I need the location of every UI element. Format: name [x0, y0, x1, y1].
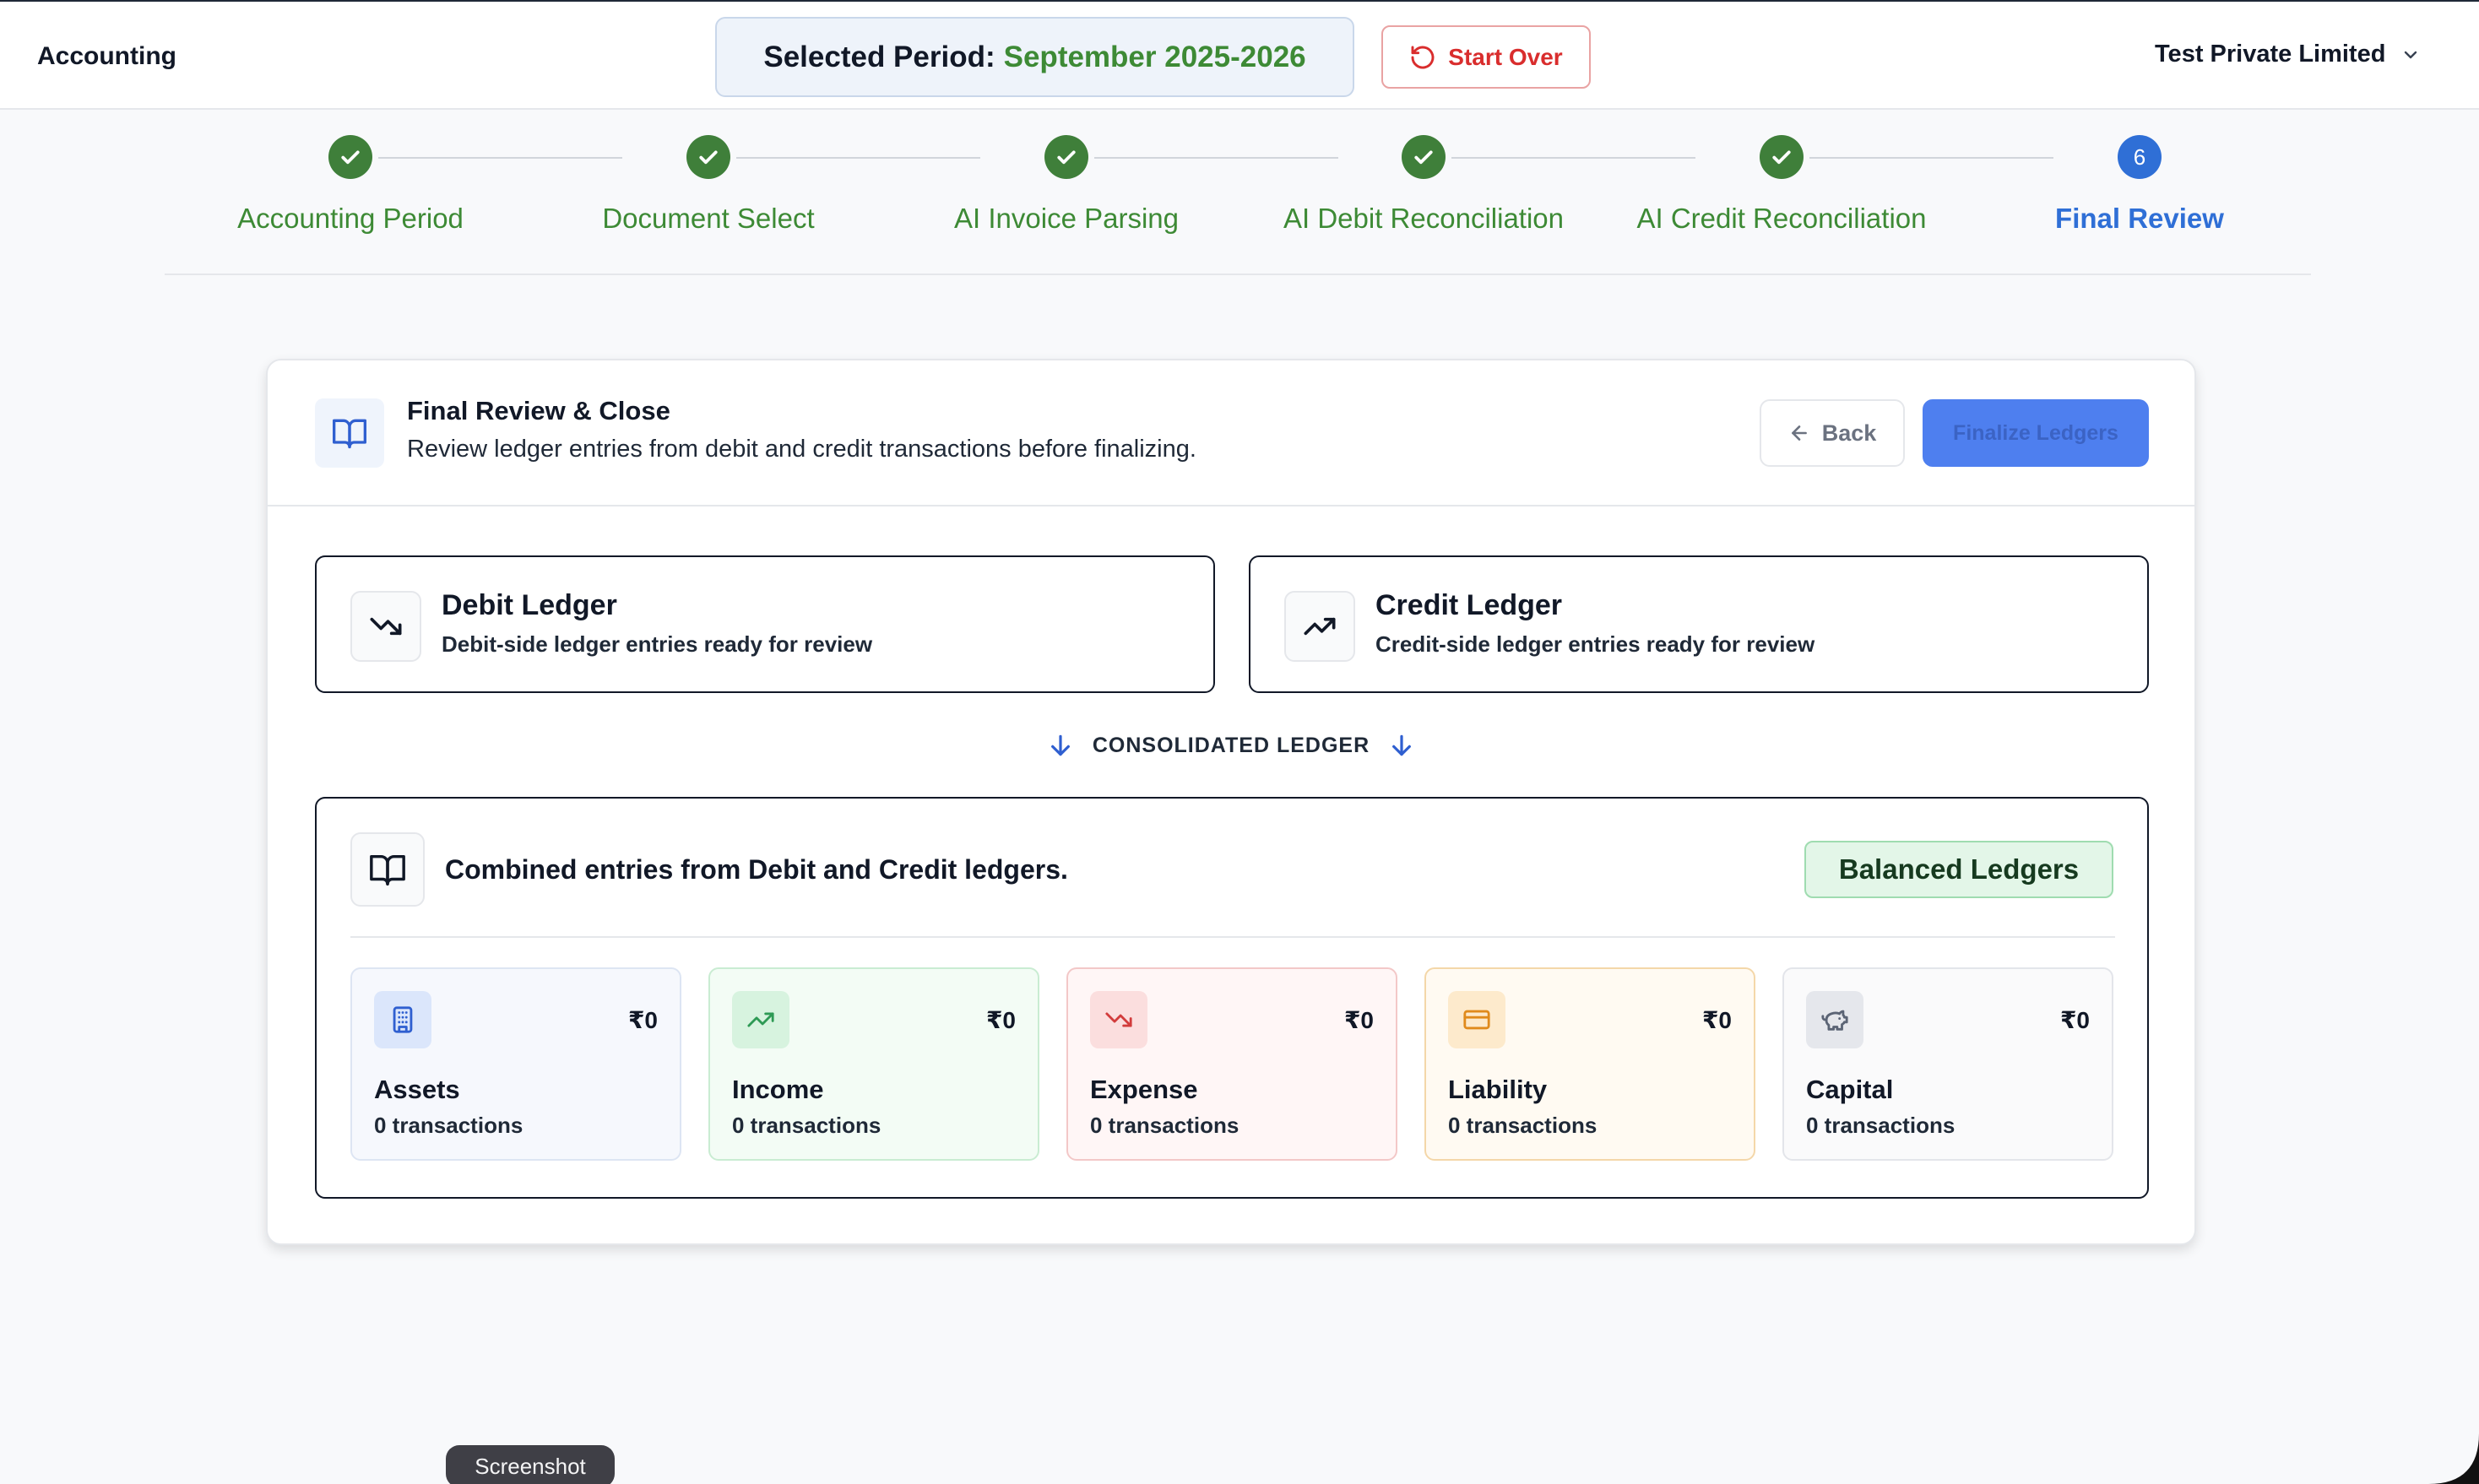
finalize-ledgers-button[interactable]: Finalize Ledgers — [1923, 399, 2149, 467]
step-label: Document Select — [602, 203, 815, 234]
check-icon — [1044, 135, 1088, 179]
step-document-select[interactable]: Document Select — [529, 135, 887, 235]
stat-count: 0 transactions — [1448, 1113, 1598, 1138]
check-icon — [328, 135, 372, 179]
step-ai-credit-reconciliation[interactable]: AI Credit Reconciliation — [1603, 135, 1961, 235]
step-ai-debit-reconciliation[interactable]: AI Debit Reconciliation — [1245, 135, 1603, 235]
stat-amount: ₹0 — [1343, 1007, 1374, 1033]
stat-name: Liability — [1448, 1075, 1548, 1104]
income-stat-card[interactable]: ₹0 Income 0 transactions — [708, 967, 1039, 1161]
consolidated-ledger-divider: CONSOLIDATED LEDGER — [268, 732, 2194, 759]
status-badge: Balanced Ledgers — [1804, 841, 2113, 898]
capital-stat-card[interactable]: ₹0 Capital 0 transactions — [1782, 967, 2113, 1161]
liability-stat-card[interactable]: ₹0 Liability 0 transactions — [1424, 967, 1755, 1161]
trending-down-icon — [350, 591, 421, 662]
step-ai-invoice-parsing[interactable]: AI Invoice Parsing — [887, 135, 1245, 235]
expense-stat-card[interactable]: ₹0 Expense 0 transactions — [1066, 967, 1397, 1161]
start-over-button[interactable]: Start Over — [1381, 25, 1591, 89]
stat-amount: ₹0 — [2059, 1007, 2090, 1033]
piggy-bank-icon — [1806, 991, 1863, 1048]
consolidated-ledger-panel: Combined entries from Debit and Credit l… — [315, 797, 2149, 1199]
chevron-down-icon — [2405, 51, 2417, 58]
period-label: Selected Period: — [763, 40, 995, 73]
debit-ledger-subtitle: Debit-side ledger entries ready for revi… — [442, 631, 873, 657]
building-icon — [374, 991, 431, 1048]
check-icon — [686, 135, 730, 179]
stat-name: Expense — [1090, 1075, 1198, 1104]
period-value: September 2025-2026 — [1003, 40, 1306, 73]
progress-stepper: Accounting Period Document Select AI Inv… — [165, 110, 2311, 275]
credit-ledger-subtitle: Credit-side ledger entries ready for rev… — [1375, 631, 1815, 657]
review-title: Final Review & Close — [407, 396, 670, 425]
book-open-icon — [315, 398, 384, 468]
check-icon — [1760, 135, 1804, 179]
rotate-ccw-icon — [1411, 46, 1435, 68]
trending-up-icon — [1284, 591, 1355, 662]
step-number: 6 — [2118, 135, 2162, 179]
stat-name: Income — [732, 1075, 824, 1104]
debit-ledger-title: Debit Ledger — [442, 589, 617, 621]
final-review-card: Final Review & Close Review ledger entri… — [266, 359, 2196, 1245]
company-selector[interactable]: Test Private Limited — [2155, 41, 2421, 68]
company-name: Test Private Limited — [2155, 41, 2386, 68]
step-accounting-period[interactable]: Accounting Period — [171, 135, 529, 235]
stat-count: 0 transactions — [732, 1113, 881, 1138]
step-label: Final Review — [2055, 203, 2224, 234]
stat-amount: ₹0 — [985, 1007, 1016, 1033]
stat-count: 0 transactions — [1806, 1113, 1956, 1138]
trending-up-icon — [732, 991, 789, 1048]
step-label: Accounting Period — [237, 203, 464, 234]
consolidated-label: CONSOLIDATED LEDGER — [1092, 733, 1370, 757]
stat-name: Assets — [374, 1075, 460, 1104]
arrow-down-icon — [1392, 734, 1412, 756]
card-header: Final Review & Close Review ledger entri… — [268, 360, 2194, 506]
stat-count: 0 transactions — [1090, 1113, 1240, 1138]
stat-amount: ₹0 — [627, 1007, 658, 1033]
stat-name: Capital — [1806, 1075, 1894, 1104]
arrow-down-icon — [1050, 734, 1070, 756]
step-label: AI Debit Reconciliation — [1283, 203, 1564, 234]
trending-down-icon — [1090, 991, 1147, 1048]
check-icon — [1402, 135, 1446, 179]
window-corner — [2428, 1433, 2479, 1484]
app-title: Accounting — [37, 42, 176, 70]
book-open-icon — [350, 832, 425, 907]
consolidated-title: Combined entries from Debit and Credit l… — [445, 854, 1068, 885]
step-label: AI Credit Reconciliation — [1636, 203, 1927, 234]
step-label: AI Invoice Parsing — [954, 203, 1179, 234]
assets-stat-card[interactable]: ₹0 Assets 0 transactions — [350, 967, 681, 1161]
credit-ledger-card[interactable]: Credit Ledger Credit-side ledger entries… — [1249, 555, 2149, 693]
debit-ledger-card[interactable]: Debit Ledger Debit-side ledger entries r… — [315, 555, 1215, 693]
stat-count: 0 transactions — [374, 1113, 523, 1138]
divider — [350, 936, 2115, 938]
start-over-label: Start Over — [1448, 43, 1563, 70]
stat-amount: ₹0 — [1701, 1007, 1732, 1033]
selected-period: Selected Period: September 2025-2026 — [715, 17, 1354, 97]
review-subtitle: Review ledger entries from debit and cre… — [407, 436, 1196, 463]
top-bar: Accounting Selected Period: September 20… — [0, 0, 2479, 110]
step-final-review[interactable]: 6 Final Review — [1961, 135, 2319, 235]
arrow-left-icon — [1791, 425, 1807, 441]
back-button[interactable]: Back — [1760, 399, 1905, 467]
screenshot-tooltip: Screenshot — [446, 1445, 615, 1484]
back-label: Back — [1821, 420, 1877, 446]
credit-card-icon — [1448, 991, 1505, 1048]
credit-ledger-title: Credit Ledger — [1375, 589, 1563, 621]
